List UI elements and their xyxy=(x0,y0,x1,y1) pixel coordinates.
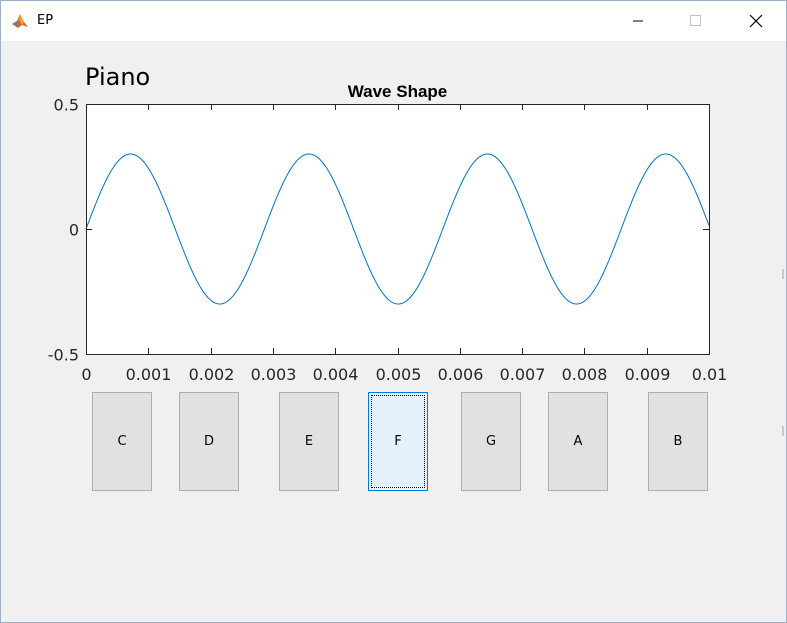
maximize-button[interactable] xyxy=(667,1,725,41)
key-button-b[interactable]: B xyxy=(648,392,708,491)
x-tick-label: 0.01 xyxy=(692,365,728,384)
x-tick-label: 0.001 xyxy=(126,365,172,384)
wave-shape-chart: 0 0.001 0.002 0.003 0.004 0.005 0.006 0.007 0.00… xyxy=(48,82,728,384)
y-tick-label: 0 xyxy=(69,221,79,240)
maximize-icon xyxy=(690,15,701,26)
resize-handle[interactable] xyxy=(782,426,784,436)
key-button-g[interactable]: G xyxy=(461,392,521,491)
minimize-icon xyxy=(633,20,643,22)
x-tick-label: 0.006 xyxy=(438,365,484,384)
resize-handle[interactable] xyxy=(782,269,784,279)
x-tick-label: 0.007 xyxy=(500,365,546,384)
chart-title: Wave Shape xyxy=(348,82,448,101)
matlab-icon xyxy=(11,12,29,30)
x-tick-label: 0.003 xyxy=(251,365,297,384)
key-button-e[interactable]: E xyxy=(279,392,339,491)
y-tick-label: -0.5 xyxy=(48,346,79,365)
x-tick-label: 0.008 xyxy=(562,365,608,384)
key-button-f[interactable]: F xyxy=(368,392,428,491)
key-button-c[interactable]: C xyxy=(92,392,152,491)
minimize-button[interactable] xyxy=(609,1,667,41)
plot-area xyxy=(86,104,709,354)
x-tick-label: 0.002 xyxy=(189,365,235,384)
x-tick-label: 0.009 xyxy=(625,365,671,384)
key-button-a[interactable]: A xyxy=(548,392,608,491)
app-window: EP Piano 0 0.001 0.002 0.003 0.004 0.005 0.006… xyxy=(0,0,787,623)
window-title: EP xyxy=(37,13,54,28)
x-tick-label: 0 xyxy=(81,365,91,384)
close-icon xyxy=(749,14,763,28)
y-tick-label: 0.5 xyxy=(54,96,79,115)
title-bar[interactable]: EP xyxy=(1,1,786,41)
x-tick-label: 0.005 xyxy=(376,365,422,384)
x-tick-label: 0.004 xyxy=(313,365,359,384)
close-button[interactable] xyxy=(727,1,785,41)
key-button-d[interactable]: D xyxy=(179,392,239,491)
